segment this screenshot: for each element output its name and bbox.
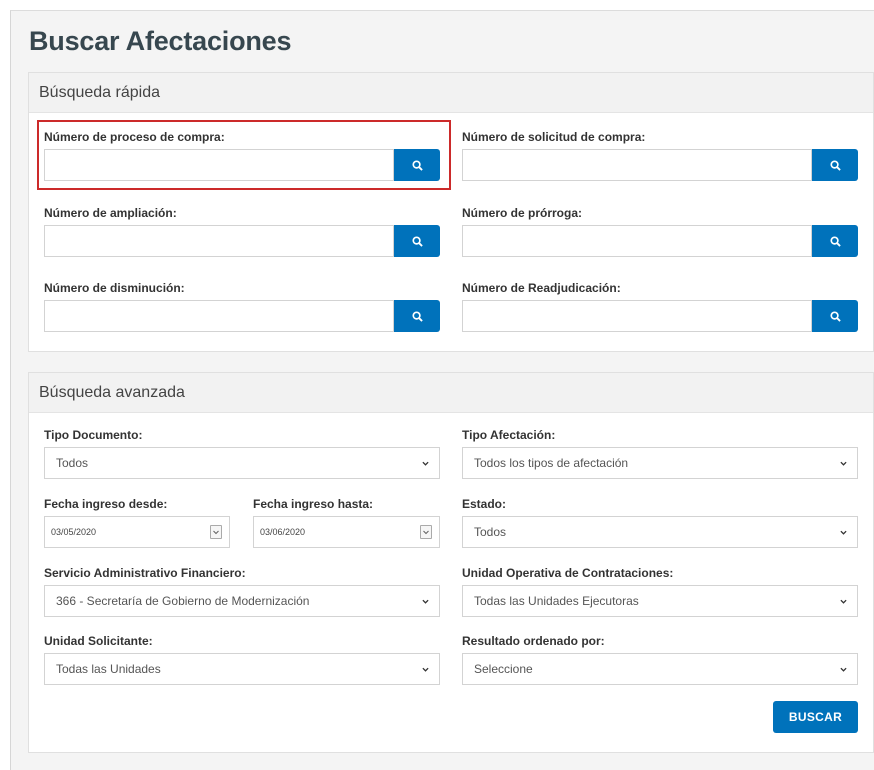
tipo-documento-select[interactable]: Todos <box>44 447 440 479</box>
solicitud-compra-label: Número de solicitud de compra: <box>462 130 646 144</box>
chevron-down-icon <box>422 461 429 466</box>
readjudicacion-input[interactable] <box>462 300 812 332</box>
saf-value: 366 - Secretaría de Gobierno de Moderniz… <box>56 594 310 608</box>
disminucion-search-button[interactable] <box>394 300 440 332</box>
ordenado-por-label: Resultado ordenado por: <box>462 634 605 648</box>
page-title: Buscar Afectaciones <box>29 26 292 56</box>
prorroga-label: Número de prórroga: <box>462 206 583 220</box>
prorroga-input[interactable] <box>462 225 812 257</box>
uoc-value: Todas las Unidades Ejecutoras <box>474 594 639 608</box>
tipo-afectacion-select[interactable]: Todos los tipos de afectación <box>462 447 858 479</box>
chevron-down-icon <box>840 599 847 604</box>
advanced-search-panel: Búsqueda avanzada <box>28 372 874 753</box>
chevron-down-icon <box>422 599 429 604</box>
unidad-solicitante-label: Unidad Solicitante: <box>44 634 153 648</box>
calendar-dropdown-icon[interactable] <box>420 525 432 539</box>
uoc-label: Unidad Operativa de Contrataciones: <box>462 566 674 580</box>
prorroga-search-button[interactable] <box>812 225 858 257</box>
fecha-desde-value: 03/05/2020 <box>51 527 97 537</box>
calendar-dropdown-icon[interactable] <box>210 525 222 539</box>
ordenado-por-value: Seleccione <box>474 662 533 676</box>
estado-select[interactable]: Todos <box>462 516 858 548</box>
chevron-down-icon <box>840 530 847 535</box>
advanced-search-header: Búsqueda avanzada <box>29 373 873 413</box>
solicitud-compra-search-button[interactable] <box>812 149 858 181</box>
highlight-box <box>37 120 451 190</box>
fecha-desde-input[interactable]: 03/05/2020 <box>44 516 230 548</box>
tipo-afectacion-label: Tipo Afectación: <box>462 428 556 442</box>
unidad-solicitante-select[interactable]: Todas las Unidades <box>44 653 440 685</box>
chevron-down-icon <box>422 667 429 672</box>
saf-label: Servicio Administrativo Financiero: <box>44 566 246 580</box>
search-icon <box>411 310 423 322</box>
fecha-hasta-input[interactable]: 03/06/2020 <box>253 516 440 548</box>
fecha-hasta-value: 03/06/2020 <box>260 527 306 537</box>
buscar-button[interactable]: BUSCAR <box>773 701 858 733</box>
chevron-down-icon <box>840 667 847 672</box>
chevron-down-icon <box>840 461 847 466</box>
tipo-afectacion-value: Todos los tipos de afectación <box>474 456 629 470</box>
disminucion-input[interactable] <box>44 300 394 332</box>
uoc-select[interactable]: Todas las Unidades Ejecutoras <box>462 585 858 617</box>
unidad-solicitante-value: Todas las Unidades <box>56 662 161 676</box>
disminucion-label: Número de disminución: <box>44 281 185 295</box>
estado-label: Estado: <box>462 497 507 511</box>
search-icon <box>829 235 841 247</box>
search-icon <box>829 310 841 322</box>
tipo-documento-label: Tipo Documento: <box>44 428 143 442</box>
readjudicacion-label: Número de Readjudicación: <box>462 281 621 295</box>
ordenado-por-select[interactable]: Seleccione <box>462 653 858 685</box>
search-icon <box>829 159 841 171</box>
fecha-hasta-label: Fecha ingreso hasta: <box>253 497 374 511</box>
ampliacion-input[interactable] <box>44 225 394 257</box>
ampliacion-search-button[interactable] <box>394 225 440 257</box>
solicitud-compra-input[interactable] <box>462 149 812 181</box>
ampliacion-label: Número de ampliación: <box>44 206 177 220</box>
readjudicacion-search-button[interactable] <box>812 300 858 332</box>
search-icon <box>411 235 423 247</box>
saf-select[interactable]: 366 - Secretaría de Gobierno de Moderniz… <box>44 585 440 617</box>
estado-value: Todos <box>474 525 507 539</box>
fecha-desde-label: Fecha ingreso desde: <box>44 497 168 511</box>
quick-search-header: Búsqueda rápida <box>29 73 873 113</box>
tipo-documento-value: Todos <box>56 456 89 470</box>
